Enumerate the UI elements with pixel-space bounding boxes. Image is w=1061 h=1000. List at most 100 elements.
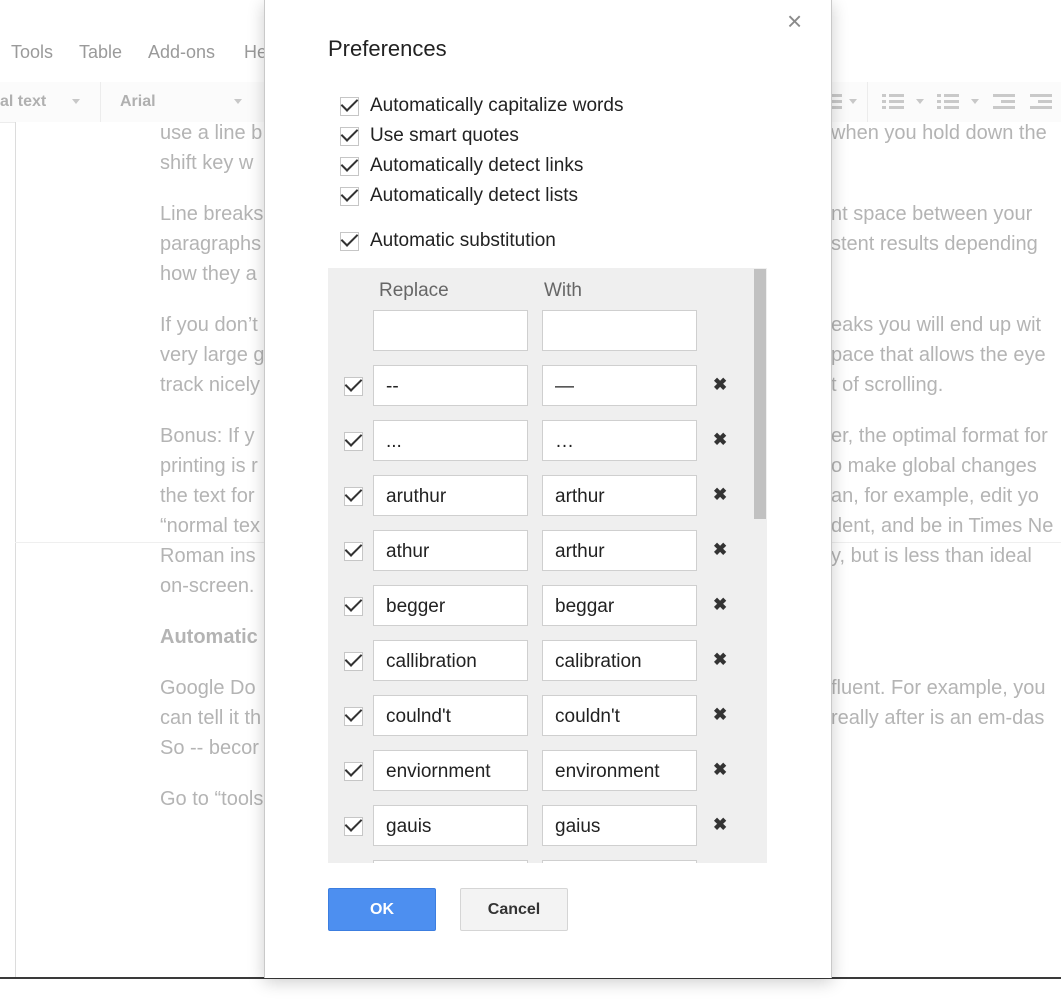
doc-text-line: “normal tex [160,515,261,537]
doc-text-line: pace that allows the eye [831,344,1046,366]
checkbox-checked-icon[interactable] [340,126,359,146]
doc-text-line: Line breaks [160,203,264,225]
delete-row-icon[interactable]: ✖ [713,485,727,505]
row-checkbox[interactable] [344,542,363,561]
delete-row-icon[interactable]: ✖ [713,540,727,560]
checkbox-checked-icon[interactable] [340,186,359,206]
checkbox-checked-icon[interactable] [340,96,359,116]
doc-text-line: er, the optimal format for [831,425,1048,447]
row-checkbox[interactable] [344,377,363,396]
toolbar-divider [867,82,868,122]
option-label: Use smart quotes [370,125,519,146]
doc-text-line: t of scrolling. [831,374,944,396]
with-input[interactable]: couldn't [542,695,697,736]
checkbox-checked-icon[interactable] [340,156,359,176]
doc-text-line: y, but is less than ideal [831,545,1032,567]
doc-text-line: use a line b [160,122,263,144]
column-header-with: With [544,280,582,301]
doc-text-line: o make global changes [831,455,1037,477]
delete-row-icon[interactable]: ✖ [713,705,727,725]
doc-text-line: nt space between your [831,203,1033,225]
replace-input[interactable]: athur [373,530,528,571]
doc-heading: Automatic [160,626,258,648]
with-input[interactable]: beggar [542,585,697,626]
doc-text-line: paragraphs [160,233,262,255]
doc-text-line: Roman ins [160,545,256,567]
delete-row-icon[interactable]: ✖ [713,650,727,670]
delete-row-icon[interactable]: ✖ [713,375,727,395]
option-label: Automatically detect lists [370,185,579,206]
option-automatic-substitution[interactable]: Automatic substitution [340,229,556,253]
doc-text-line: can tell it th [160,707,262,729]
table-scrollbar[interactable] [754,269,766,519]
doc-text-line: the text for [160,485,255,507]
numbered-list-icon[interactable] [882,92,904,110]
doc-text-line: Google Do [160,677,256,699]
row-checkbox[interactable] [344,817,363,836]
option-detect-lists[interactable]: Automatically detect lists [340,184,578,208]
option-label: Automatically capitalize words [370,95,624,116]
delete-row-icon[interactable]: ✖ [713,430,727,450]
with-input[interactable]: gaius [542,805,697,846]
increase-indent-icon[interactable] [1030,92,1052,110]
replace-input[interactable]: ... [373,420,528,461]
replace-input[interactable]: coulnd't [373,695,528,736]
option-label: Automatically detect links [370,155,584,176]
replace-input[interactable]: -- [373,365,528,406]
toolbar-divider [100,82,101,122]
row-checkbox[interactable] [344,652,363,671]
menu-addons[interactable]: Add-ons [148,42,215,63]
dialog-title: Preferences [328,36,447,61]
cancel-button[interactable]: Cancel [460,888,568,931]
doc-text-line: Bonus: If y [160,425,255,447]
chevron-down-icon [916,99,924,104]
replace-input[interactable]: gauis [373,805,528,846]
new-replace-input[interactable] [373,310,528,351]
replace-input[interactable] [373,860,528,863]
row-checkbox[interactable] [344,707,363,726]
row-checkbox[interactable] [344,597,363,616]
doc-text-line: on-screen. [160,575,255,597]
doc-text-line: when you hold down the [831,122,1047,144]
with-input[interactable]: … [542,420,697,461]
delete-row-icon[interactable]: ✖ [713,760,727,780]
new-with-input[interactable] [542,310,697,351]
font-select[interactable]: Arial [120,93,156,111]
checkbox-checked-icon[interactable] [340,231,359,251]
doc-text-line: eaks you will end up wit [831,314,1042,336]
substitution-table[interactable]: Replace With -- — ✖ ... … ✖ aruthur arth… [328,268,767,863]
option-label: Automatic substitution [370,230,556,251]
replace-input[interactable]: enviornment [373,750,528,791]
row-checkbox[interactable] [344,762,363,781]
menu-table[interactable]: Table [79,42,122,63]
option-smart-quotes[interactable]: Use smart quotes [340,124,519,148]
replace-input[interactable]: callibration [373,640,528,681]
doc-text-line: an, for example, edit yo [831,485,1039,507]
bulleted-list-icon[interactable] [937,92,959,110]
delete-row-icon[interactable]: ✖ [713,595,727,615]
replace-input[interactable]: begger [373,585,528,626]
doc-text-line: very large g [160,344,265,366]
with-input[interactable]: arthur [542,530,697,571]
option-detect-links[interactable]: Automatically detect links [340,154,583,178]
replace-input[interactable]: aruthur [373,475,528,516]
ok-button[interactable]: OK [328,888,436,931]
column-header-replace: Replace [379,280,449,301]
close-icon[interactable]: × [787,6,802,37]
with-input[interactable]: — [542,365,697,406]
chevron-down-icon [971,99,979,104]
doc-text-line: fluent. For example, you [831,677,1046,699]
row-checkbox[interactable] [344,487,363,506]
menu-tools[interactable]: Tools [11,42,53,63]
paragraph-style-select[interactable]: al text [0,93,46,111]
with-input[interactable]: environment [542,750,697,791]
with-input[interactable]: arthur [542,475,697,516]
with-input[interactable] [542,860,697,863]
option-capitalize-words[interactable]: Automatically capitalize words [340,94,623,118]
with-input[interactable]: calibration [542,640,697,681]
row-checkbox[interactable] [344,432,363,451]
doc-text-line: So -- becor [160,737,259,759]
doc-text-line: how they a [160,263,257,285]
decrease-indent-icon[interactable] [993,92,1015,110]
delete-row-icon[interactable]: ✖ [713,815,727,835]
